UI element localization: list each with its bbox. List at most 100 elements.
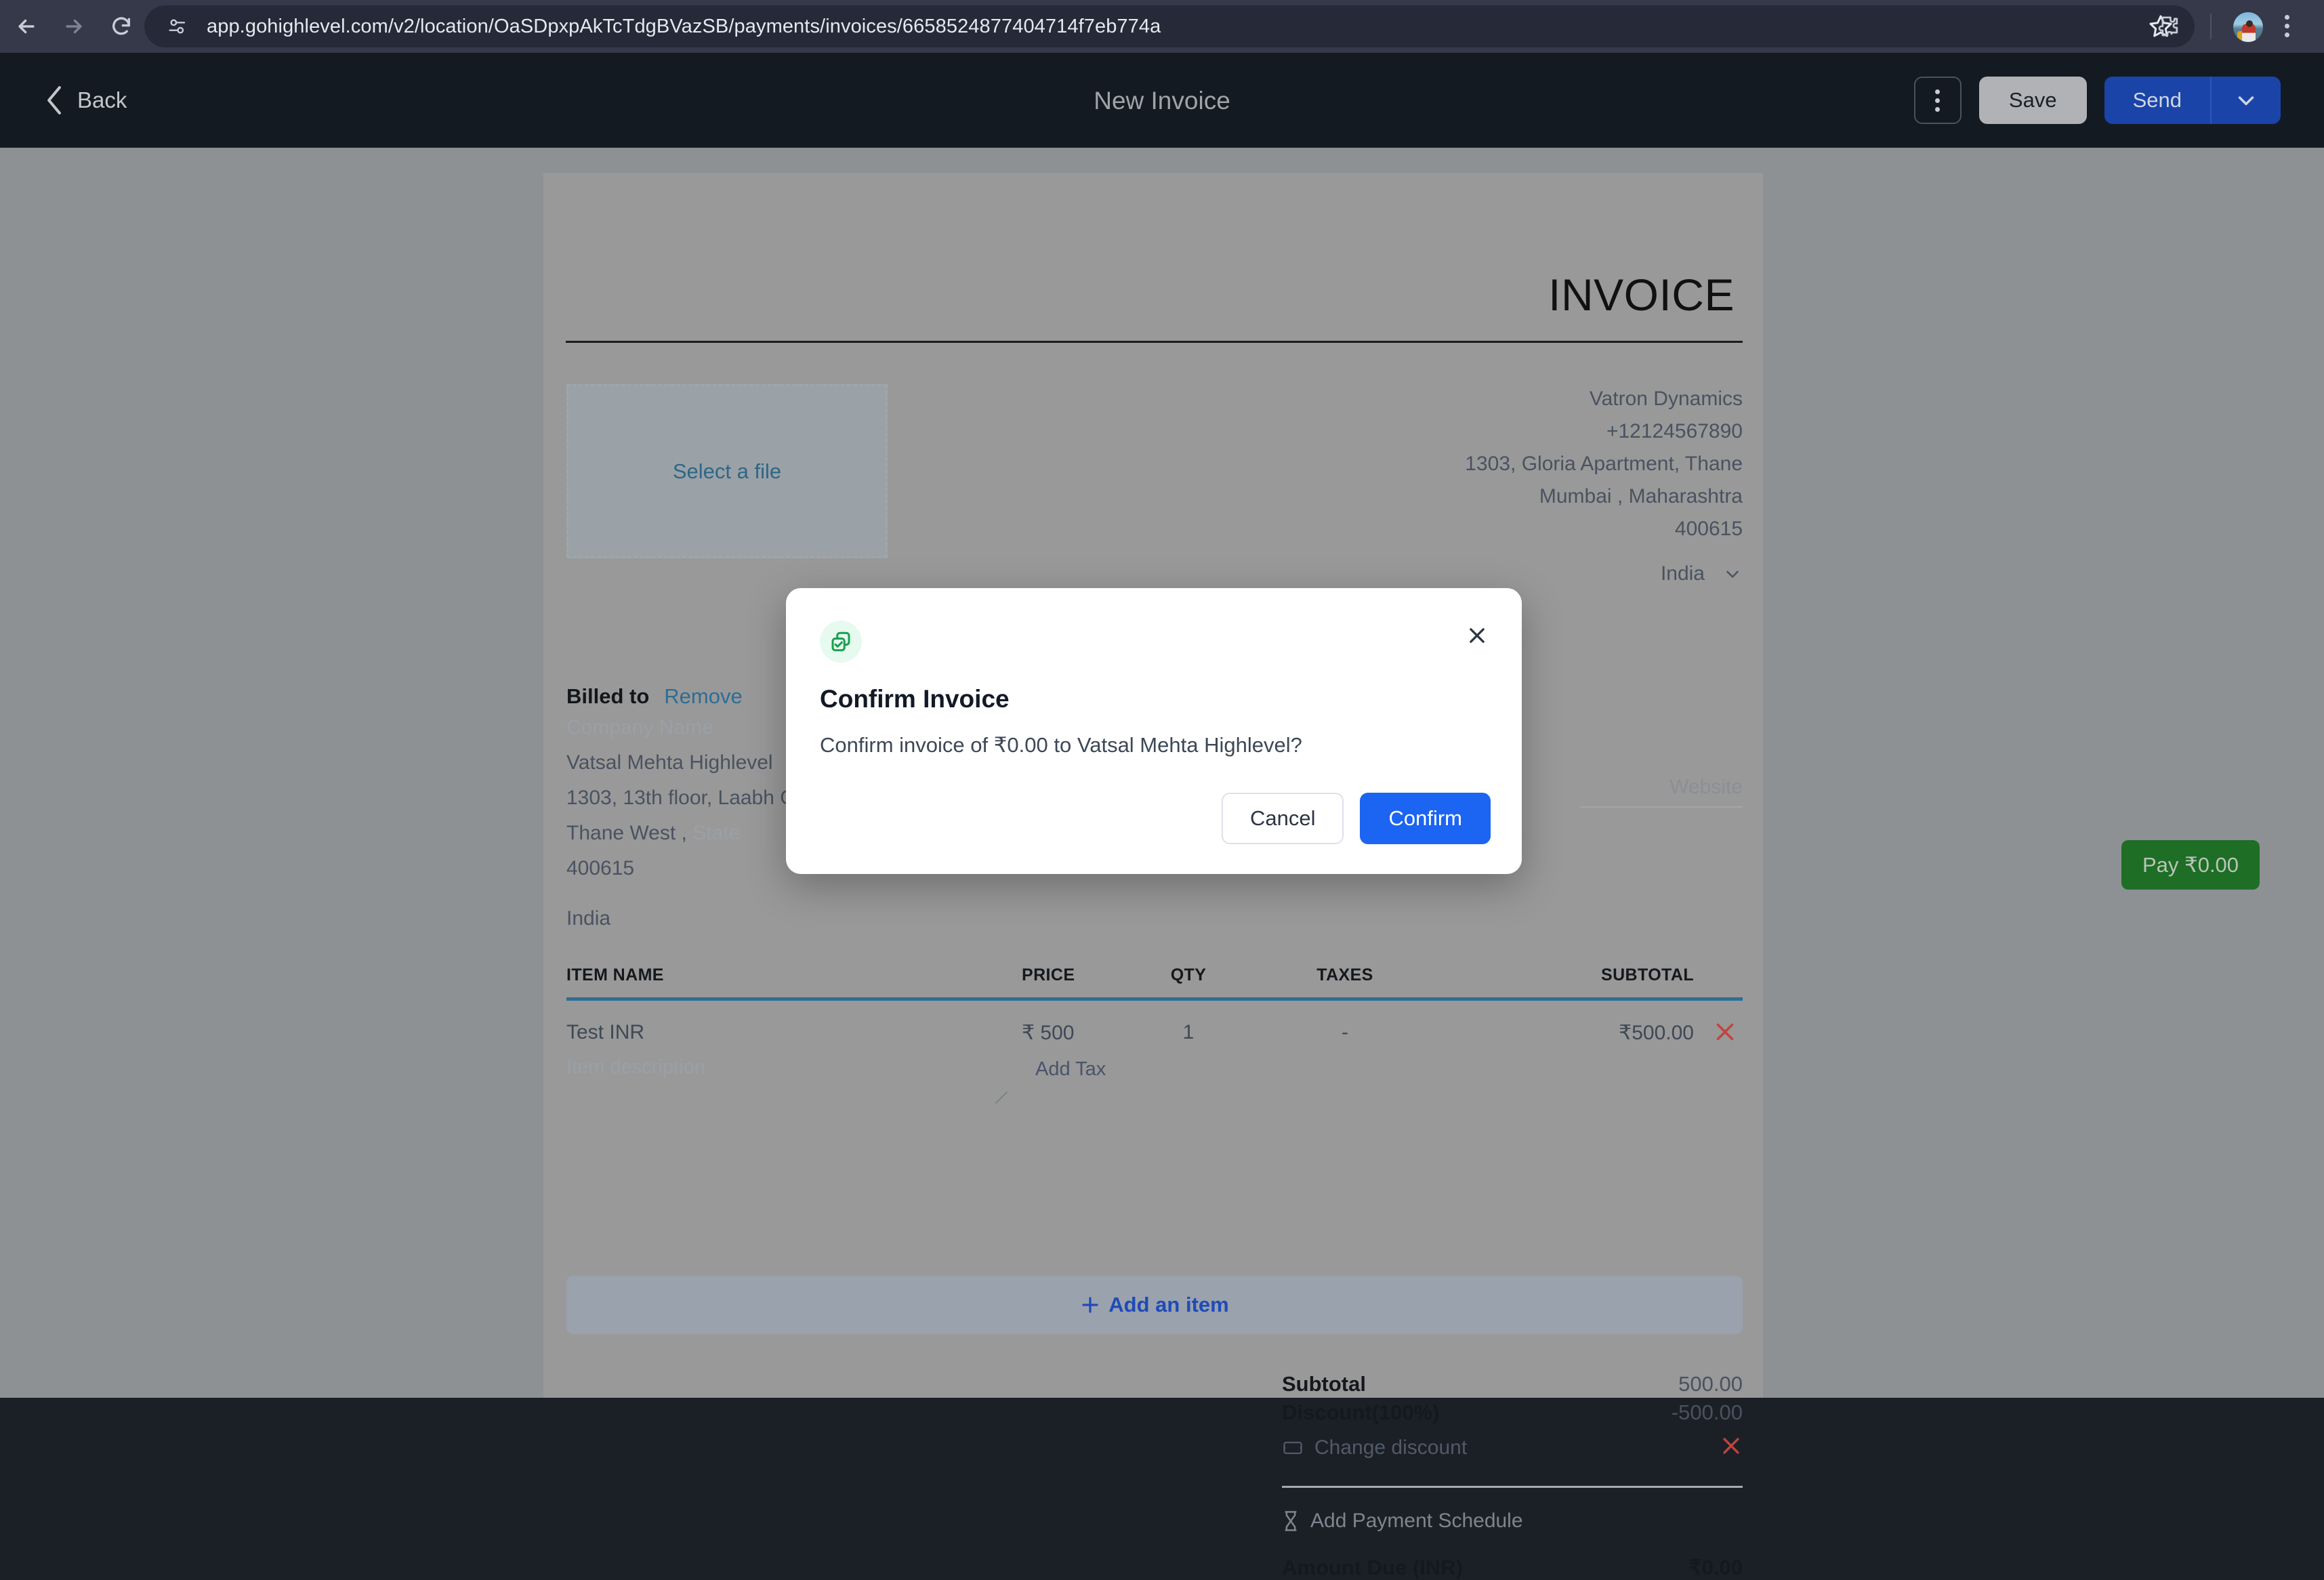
- billed-zip[interactable]: 400615: [566, 852, 796, 885]
- avatar-detail-head: [2246, 20, 2253, 27]
- header-actions: Save Send: [1913, 77, 2281, 124]
- file-picker-label: Select a file: [672, 459, 782, 483]
- close-x-icon: [1723, 1438, 1739, 1454]
- modal-close-button[interactable]: [1461, 619, 1493, 652]
- address-bar[interactable]: app.gohighlevel.com/v2/location/OaSDpxpA…: [144, 5, 2195, 47]
- discount-row: Discount(100%) -500.00: [1282, 1400, 1743, 1425]
- chevron-down-icon: [1726, 570, 1739, 578]
- send-button-group: Send: [2104, 77, 2281, 124]
- kebab-menu-icon: [1935, 89, 1941, 94]
- column-header-item-name: ITEM NAME: [566, 965, 664, 984]
- discount-label: Discount(100%): [1282, 1400, 1440, 1424]
- billed-to-label: Billed to: [566, 684, 650, 708]
- modal-actions: Cancel Confirm: [1221, 793, 1491, 844]
- cancel-button[interactable]: Cancel: [1221, 793, 1344, 844]
- company-website-underline: [1580, 806, 1743, 808]
- column-header-subtotal: SUBTOTAL: [1601, 965, 1694, 984]
- toolbar-divider: [2210, 14, 2212, 39]
- change-discount-label: Change discount: [1314, 1436, 1468, 1459]
- copy-check-icon: [831, 631, 850, 652]
- billed-comma: ,: [681, 822, 687, 844]
- puzzle-icon[interactable]: [2155, 14, 2182, 41]
- confirm-button[interactable]: Confirm: [1360, 793, 1491, 844]
- amount-due-value: ₹0.00: [1688, 1556, 1743, 1579]
- item-price-value[interactable]: ₹ 500: [1022, 1021, 1130, 1045]
- billed-state-placeholder: State: [692, 822, 741, 844]
- discount-value: -500.00: [1671, 1400, 1743, 1424]
- company-phone[interactable]: +12124567890: [1465, 415, 1743, 448]
- chevron-down-icon: [2238, 96, 2254, 106]
- add-payment-schedule-button[interactable]: Add Payment Schedule: [1282, 1510, 1743, 1533]
- item-subtotal-value: ₹500.00: [1619, 1022, 1694, 1044]
- totals-separator: [1282, 1486, 1743, 1488]
- item-name-value[interactable]: Test INR: [566, 1021, 1022, 1044]
- logo-file-picker[interactable]: Select a file: [566, 384, 888, 558]
- item-taxes-value: -: [1342, 1021, 1348, 1043]
- item-name-cell: Test INR Item description: [566, 1021, 1022, 1081]
- avatar[interactable]: [2233, 12, 2263, 42]
- item-description-placeholder[interactable]: Item description: [566, 1056, 1022, 1079]
- remove-discount-button[interactable]: [1720, 1434, 1743, 1461]
- browser-forward-button[interactable]: [53, 5, 95, 47]
- ticket-icon: [1283, 1441, 1302, 1455]
- save-button[interactable]: Save: [1978, 77, 2087, 124]
- change-discount-row: Change discount: [1282, 1434, 1743, 1461]
- items-table: ITEM NAME PRICE QTY TAXES SUBTOTAL Test …: [566, 965, 1743, 1104]
- send-dropdown-button[interactable]: [2210, 77, 2281, 124]
- billed-to-remove-link[interactable]: Remove: [664, 684, 742, 709]
- billed-city-state[interactable]: Thane West , State: [566, 817, 796, 850]
- billed-to-header: Billed to Remove: [566, 684, 796, 709]
- table-row: Test INR Item description ₹ 500 Add Tax …: [566, 1001, 1743, 1104]
- column-header-price: PRICE: [1022, 965, 1075, 984]
- browser-back-button[interactable]: [5, 5, 47, 47]
- billed-city: Thane West: [566, 822, 676, 844]
- company-name[interactable]: Vatron Dynamics: [1465, 383, 1743, 415]
- add-tax-link[interactable]: Add Tax: [1035, 1058, 1130, 1081]
- add-item-button[interactable]: Add an item: [566, 1276, 1743, 1334]
- billed-company-placeholder[interactable]: Company Name: [566, 711, 796, 744]
- modal-message: Confirm invoice of ₹0.00 to Vatsal Mehta…: [820, 733, 1302, 757]
- modal-icon-badge: [820, 621, 862, 663]
- company-city-state[interactable]: Mumbai , Maharashtra: [1465, 480, 1743, 513]
- amount-due-row: Amount Due (INR) ₹0.00: [1282, 1556, 1743, 1580]
- company-address[interactable]: 1303, Gloria Apartment, Thane: [1465, 448, 1743, 480]
- arrow-left-icon: [18, 19, 35, 34]
- invoice-totals: Subtotal 500.00 Discount(100%) -500.00 C…: [1282, 1372, 1743, 1580]
- company-info-block: Vatron Dynamics +12124567890 1303, Glori…: [1465, 383, 1743, 590]
- item-price-cell: ₹ 500 Add Tax: [1022, 1021, 1130, 1081]
- url-text: app.gohighlevel.com/v2/location/OaSDpxpA…: [207, 15, 1161, 37]
- delete-item-button[interactable]: [1713, 1020, 1737, 1048]
- company-zip[interactable]: 400615: [1465, 513, 1743, 545]
- arrow-right-icon: [66, 19, 82, 34]
- item-qty-value[interactable]: 1: [1130, 1021, 1247, 1081]
- description-resize-handle[interactable]: [993, 1089, 1010, 1106]
- items-table-header: ITEM NAME PRICE QTY TAXES SUBTOTAL: [566, 965, 1743, 997]
- billed-address[interactable]: 1303, 13th floor, Laabh G: [566, 782, 796, 814]
- modal-title: Confirm Invoice: [820, 685, 1010, 713]
- app-header: Back New Invoice Save Send: [0, 53, 2324, 148]
- more-options-button[interactable]: [1913, 77, 1962, 124]
- kebab-menu-icon: [2285, 15, 2289, 20]
- browser-chrome: app.gohighlevel.com/v2/location/OaSDpxpA…: [0, 0, 2324, 53]
- site-settings-icon[interactable]: [166, 15, 189, 38]
- hourglass-icon: [1285, 1511, 1297, 1531]
- column-header-qty: QTY: [1170, 965, 1207, 984]
- company-country-select[interactable]: India: [1465, 558, 1743, 590]
- subtotal-label: Subtotal: [1282, 1372, 1366, 1396]
- add-item-label: Add an item: [1108, 1293, 1229, 1316]
- change-discount-button[interactable]: Change discount: [1282, 1436, 1467, 1459]
- invoice-heading: INVOICE: [1548, 270, 1735, 320]
- company-country-value: India: [1660, 562, 1705, 585]
- column-header-taxes: TAXES: [1316, 965, 1373, 984]
- amount-due-label: Amount Due (INR): [1282, 1556, 1463, 1579]
- pay-button[interactable]: Pay ₹0.00: [2121, 840, 2260, 890]
- subtotal-row: Subtotal 500.00: [1282, 1372, 1743, 1396]
- close-x-icon: [1470, 628, 1485, 643]
- send-button[interactable]: Send: [2104, 77, 2210, 124]
- browser-menu-button[interactable]: [2285, 15, 2289, 41]
- browser-reload-button[interactable]: [100, 5, 142, 47]
- add-payment-schedule-label: Add Payment Schedule: [1310, 1510, 1523, 1532]
- billed-country[interactable]: India: [566, 902, 796, 935]
- company-website-field[interactable]: Website: [1669, 776, 1743, 799]
- billed-name[interactable]: Vatsal Mehta Highlevel: [566, 747, 796, 779]
